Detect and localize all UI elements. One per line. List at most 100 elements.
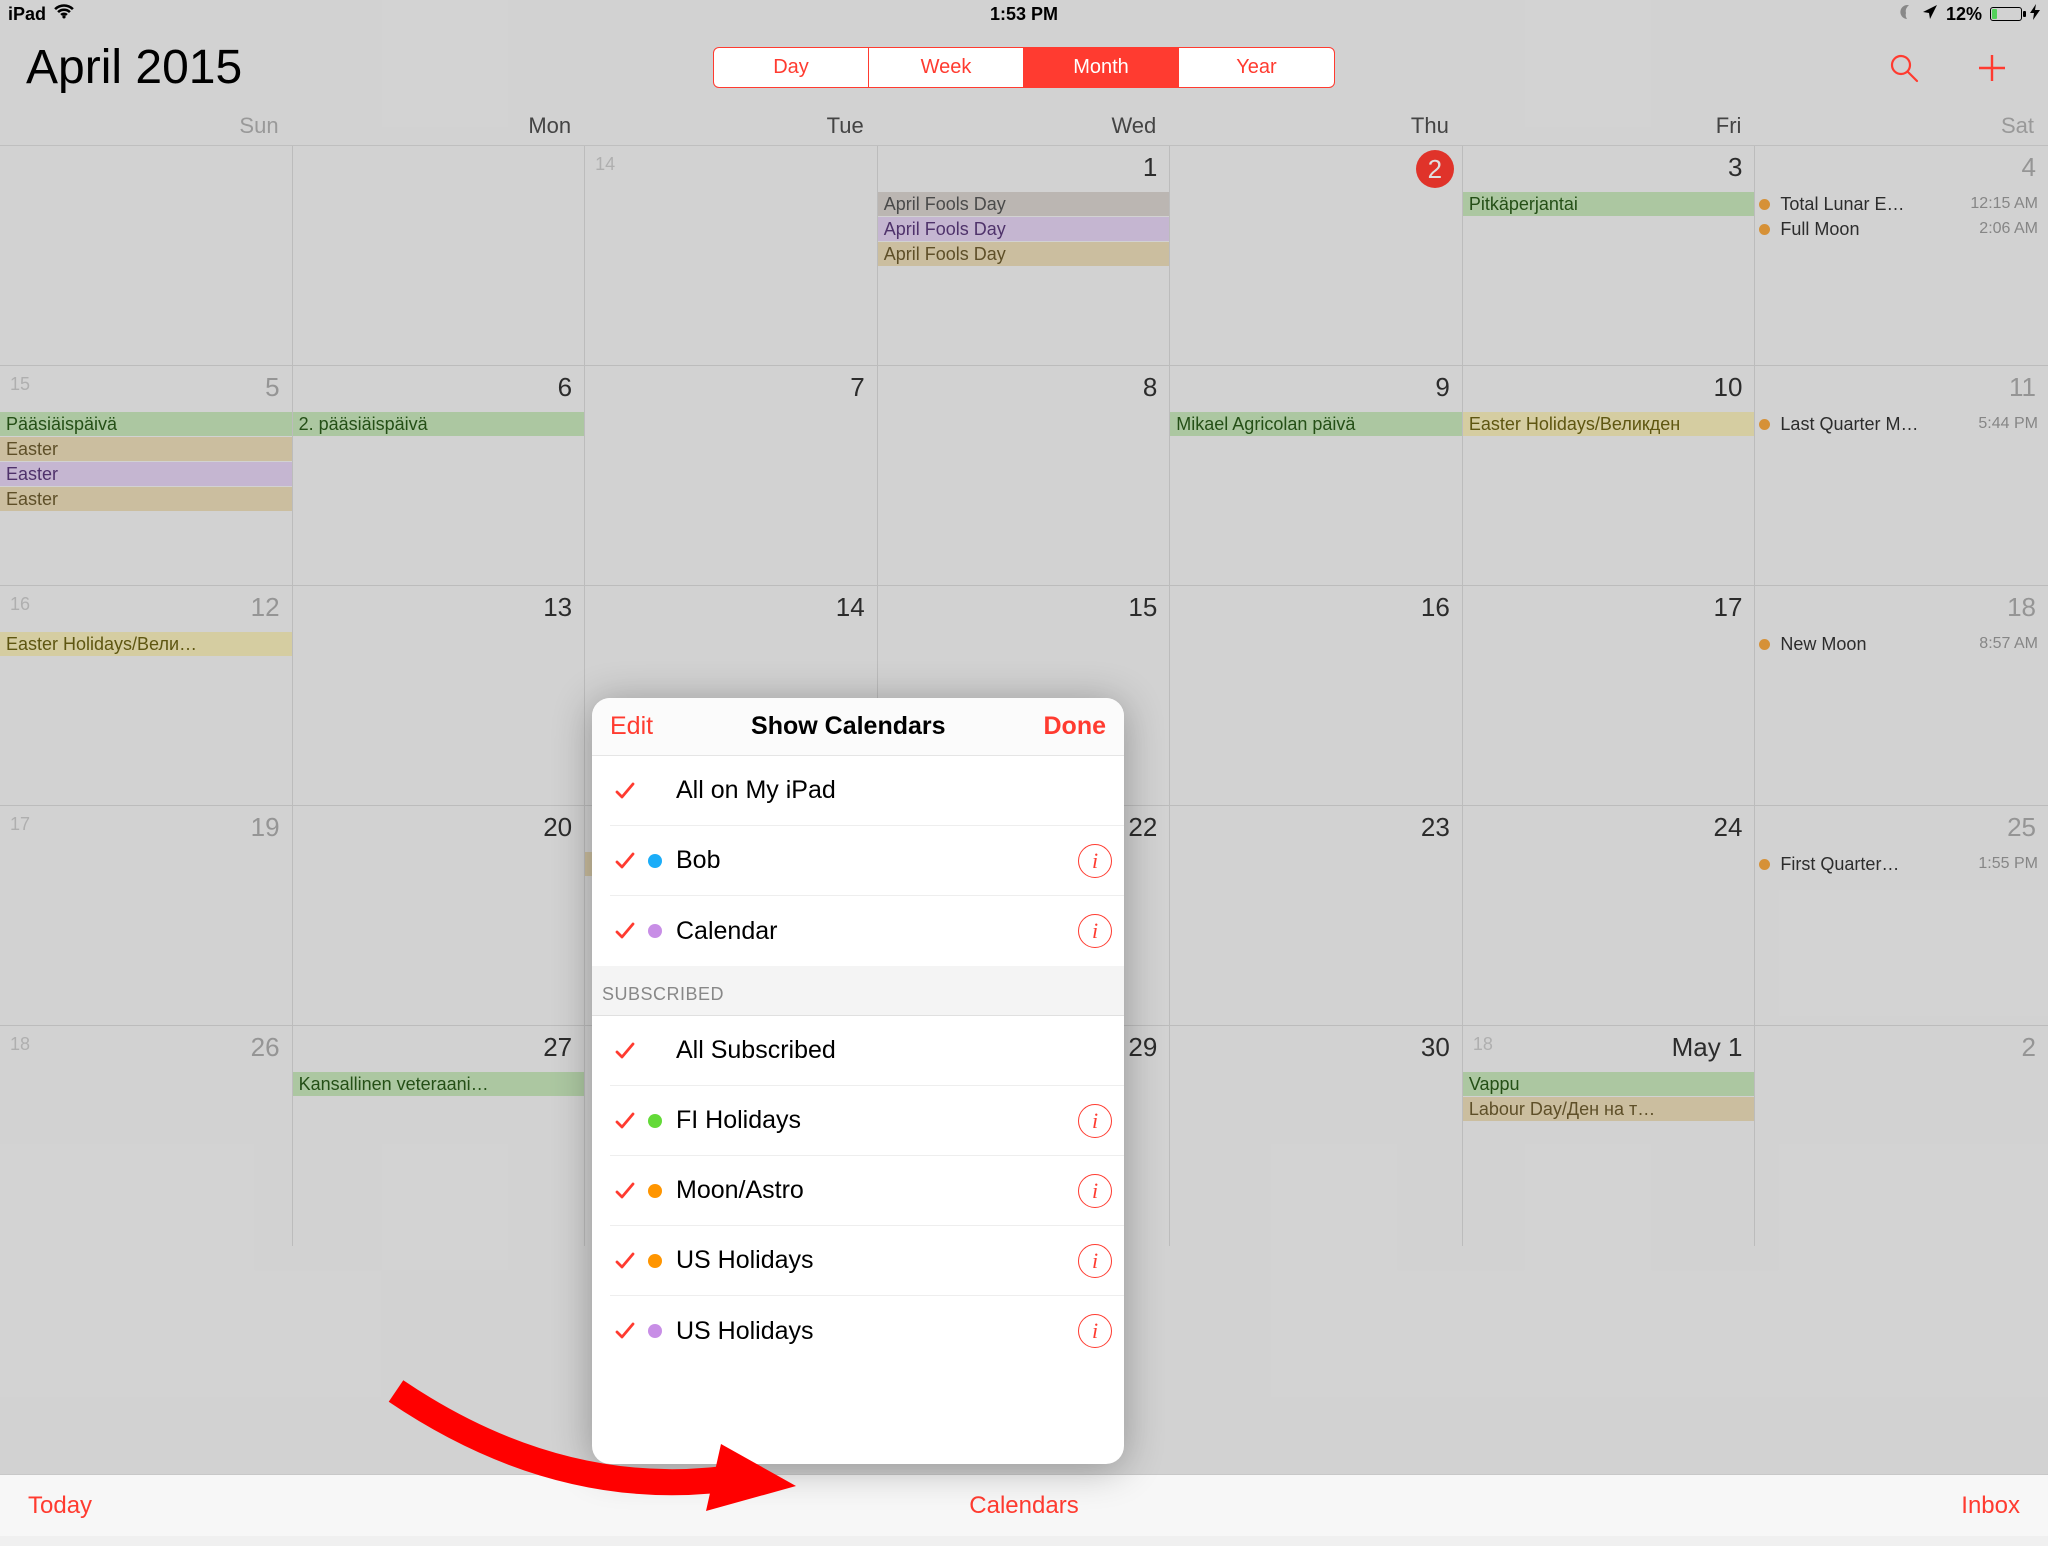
event[interactable]: Easter Holidays/Вели… <box>0 632 292 656</box>
day-cell[interactable]: 30 <box>1170 1026 1463 1246</box>
day-cell[interactable]: 27Kansallinen veteraani… <box>293 1026 586 1246</box>
day-cell[interactable]: 9Mikael Agricolan päivä <box>1170 366 1463 586</box>
event-title: Total Lunar E… <box>1780 193 1904 215</box>
dow-label: Wed <box>878 113 1171 139</box>
info-icon[interactable]: i <box>1078 1314 1112 1348</box>
moon-icon <box>1898 4 1914 25</box>
edit-button[interactable]: Edit <box>610 712 653 741</box>
day-cell[interactable]: 155PääsiäispäiväEasterEasterEaster <box>0 366 293 586</box>
calendar-row[interactable]: US Holidaysi <box>610 1226 1124 1296</box>
segment-week[interactable]: Week <box>869 48 1024 87</box>
day-cell[interactable]: 8 <box>878 366 1171 586</box>
event[interactable]: Total Lunar E…12:15 AM <box>1755 192 2048 216</box>
calendar-row[interactable]: Calendari <box>610 896 1124 966</box>
event[interactable]: Kansallinen veteraani… <box>293 1072 585 1096</box>
day-number: 20 <box>543 812 572 843</box>
calendar-row[interactable]: All on My iPad <box>610 756 1124 826</box>
day-cell[interactable]: 2 <box>1170 146 1463 366</box>
day-cell[interactable]: 16 <box>1170 586 1463 806</box>
event-time: 5:44 PM <box>1978 413 2042 435</box>
calendar-row[interactable]: FI Holidaysi <box>610 1086 1124 1156</box>
info-icon[interactable]: i <box>1078 914 1112 948</box>
day-cell[interactable]: 13 <box>293 586 586 806</box>
event[interactable]: New Moon8:57 AM <box>1755 632 2048 656</box>
wifi-icon <box>54 4 74 25</box>
day-cell[interactable]: 1826 <box>0 1026 293 1246</box>
event[interactable]: Pääsiäispäivä <box>0 412 292 436</box>
day-cell[interactable]: 18New Moon8:57 AM <box>1755 586 2048 806</box>
day-cell[interactable]: 18May 1VappuLabour Day/Ден на т… <box>1463 1026 1756 1246</box>
day-number: 29 <box>1128 1032 1157 1063</box>
day-cell[interactable]: 2 <box>1755 1026 2048 1246</box>
popover-body[interactable]: All on My iPadBobiCalendariSUBSCRIBEDAll… <box>592 756 1124 1464</box>
event[interactable]: Easter Holidays/Великден <box>1463 412 1755 436</box>
segment-month[interactable]: Month <box>1024 48 1179 87</box>
calendar-row[interactable]: All Subscribed <box>610 1016 1124 1086</box>
event-time: 1:55 PM <box>1978 853 2042 875</box>
day-cell[interactable]: 3Pitkäperjantai <box>1463 146 1756 366</box>
day-cell[interactable]: 14 <box>585 146 878 366</box>
view-segmented-control[interactable]: DayWeekMonthYear <box>713 47 1335 88</box>
calendar-row[interactable]: US Holidaysi <box>610 1296 1124 1366</box>
event[interactable]: Easter <box>0 487 292 511</box>
event[interactable]: Full Moon2:06 AM <box>1755 217 2048 241</box>
day-number: 5 <box>265 372 279 403</box>
event-time: 8:57 AM <box>1979 633 2042 655</box>
day-number: 2 <box>1416 150 1454 188</box>
day-cell[interactable]: 4Total Lunar E…12:15 AMFull Moon2:06 AM <box>1755 146 2048 366</box>
day-cell[interactable]: 23 <box>1170 806 1463 1026</box>
day-cell[interactable]: 10Easter Holidays/Великден <box>1463 366 1756 586</box>
day-number: 13 <box>543 592 572 623</box>
event[interactable]: First Quarter…1:55 PM <box>1755 852 2048 876</box>
event[interactable]: Pitkäperjantai <box>1463 192 1755 216</box>
day-cell[interactable]: 7 <box>585 366 878 586</box>
inbox-button[interactable]: Inbox <box>1961 1492 2020 1520</box>
event[interactable]: April Fools Day <box>878 192 1170 216</box>
event[interactable]: Labour Day/Ден на т… <box>1463 1097 1755 1121</box>
week-number: 17 <box>10 814 30 835</box>
day-cell[interactable]: 1612Easter Holidays/Вели… <box>0 586 293 806</box>
event[interactable]: April Fools Day <box>878 242 1170 266</box>
calendar-name: Moon/Astro <box>676 1176 1078 1205</box>
day-cell[interactable] <box>0 146 293 366</box>
calendar-row[interactable]: Bobi <box>610 826 1124 896</box>
search-icon[interactable] <box>1886 50 1922 86</box>
event[interactable]: April Fools Day <box>878 217 1170 241</box>
clock: 1:53 PM <box>990 4 1058 25</box>
event-dot-icon <box>1759 859 1770 870</box>
event[interactable]: 2. pääsiäispäivä <box>293 412 585 436</box>
done-button[interactable]: Done <box>1044 712 1107 741</box>
segment-year[interactable]: Year <box>1179 48 1334 87</box>
info-icon[interactable]: i <box>1078 1104 1112 1138</box>
info-icon[interactable]: i <box>1078 1244 1112 1278</box>
plus-icon[interactable] <box>1974 50 2010 86</box>
today-button[interactable]: Today <box>28 1492 92 1520</box>
info-icon[interactable]: i <box>1078 1174 1112 1208</box>
event[interactable]: Last Quarter M…5:44 PM <box>1755 412 2048 436</box>
event[interactable]: Easter <box>0 462 292 486</box>
calendar-name: Bob <box>676 846 1078 875</box>
day-cell[interactable]: 62. pääsiäispäivä <box>293 366 586 586</box>
day-cell[interactable]: 11Last Quarter M…5:44 PM <box>1755 366 2048 586</box>
checkmark-icon <box>610 1110 640 1132</box>
event[interactable]: Easter <box>0 437 292 461</box>
year: 2015 <box>135 41 242 94</box>
event[interactable]: Mikael Agricolan päivä <box>1170 412 1462 436</box>
day-cell[interactable]: 17 <box>1463 586 1756 806</box>
info-icon[interactable]: i <box>1078 844 1112 878</box>
segment-day[interactable]: Day <box>714 48 869 87</box>
week-number: 15 <box>10 374 30 395</box>
calendar-row[interactable]: Moon/Astroi <box>610 1156 1124 1226</box>
day-cell[interactable]: 1April Fools DayApril Fools DayApril Foo… <box>878 146 1171 366</box>
day-cell[interactable]: 24 <box>1463 806 1756 1026</box>
battery-icon <box>1990 7 2022 21</box>
calendars-popover: Edit Show Calendars Done All on My iPadB… <box>592 698 1124 1464</box>
day-cell[interactable]: 20 <box>293 806 586 1026</box>
day-cell[interactable]: 25First Quarter…1:55 PM <box>1755 806 2048 1026</box>
day-cell[interactable] <box>293 146 586 366</box>
calendars-button[interactable]: Calendars <box>969 1492 1078 1520</box>
week-number: 14 <box>595 154 615 175</box>
day-cell[interactable]: 1719 <box>0 806 293 1026</box>
event[interactable]: Vappu <box>1463 1072 1755 1096</box>
day-number: 30 <box>1421 1032 1450 1063</box>
